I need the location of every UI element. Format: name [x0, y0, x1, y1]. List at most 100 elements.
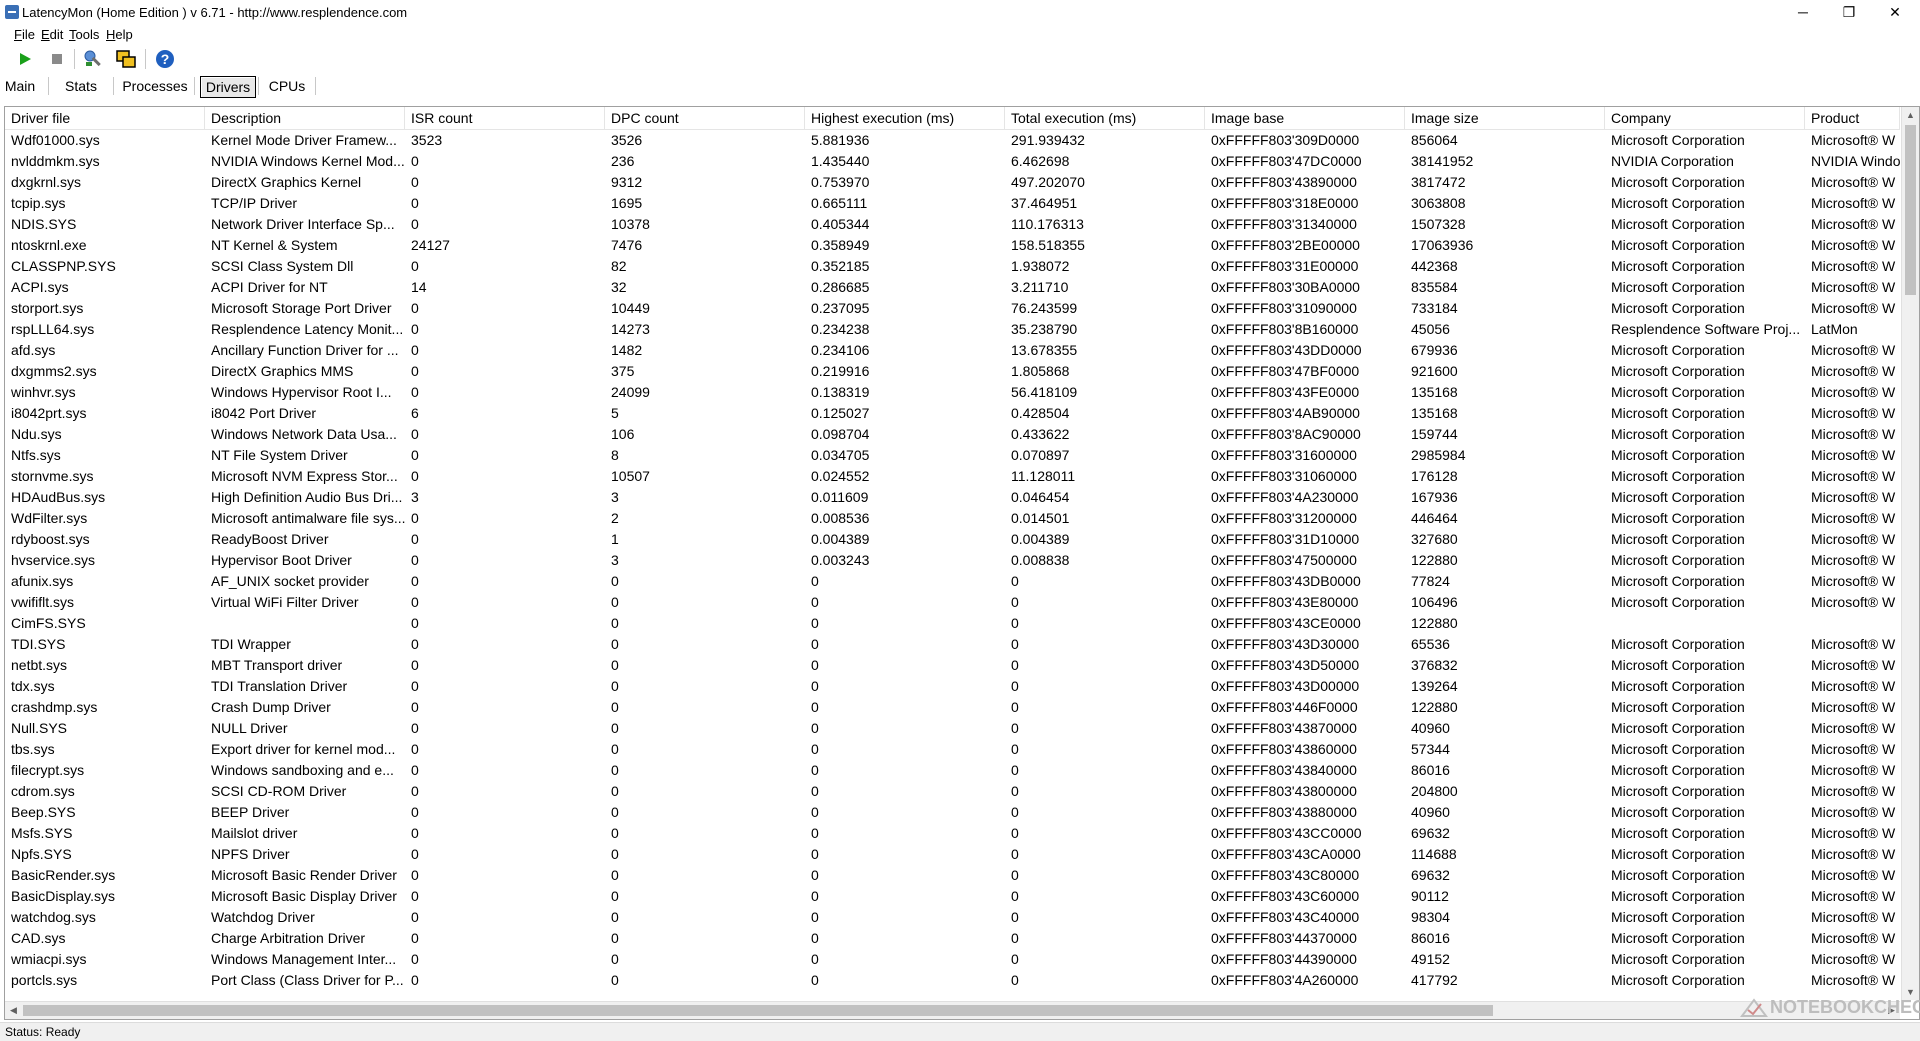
table-row[interactable]: rdyboost.sys ReadyBoost Driver 0 1 0.004389 0… — [5, 529, 1900, 550]
table-row[interactable]: CAD.sys Charge Arbitration Driver 0 0 0 0 0xFF… — [5, 928, 1900, 949]
drivers-table[interactable]: Driver file Description ISR count DPC count… — [4, 106, 1920, 1020]
menu-tools[interactable]: Tools — [69, 27, 99, 42]
column-header[interactable]: Product — [1805, 107, 1900, 129]
table-row[interactable]: Ndu.sys Windows Network Data Usa... 0 106 0.… — [5, 424, 1900, 445]
table-cell: 6.462698 — [1011, 153, 1070, 169]
table-row[interactable]: Npfs.SYS NPFS Driver 0 0 0 0 0xFFFFF803'43CA00… — [5, 844, 1900, 865]
horizontal-scroll-thumb[interactable] — [23, 1005, 1493, 1016]
table-row[interactable]: afunix.sys AF_UNIX socket provider 0 0 0 0 0xF… — [5, 571, 1900, 592]
table-row[interactable]: BasicRender.sys Microsoft Basic Render Dr… — [5, 865, 1900, 886]
table-cell: 0 — [611, 909, 619, 925]
table-cell: 11.128011 — [1011, 468, 1076, 484]
menu-help[interactable]: Help — [106, 27, 133, 42]
help-button[interactable]: ? — [154, 48, 176, 70]
column-header[interactable]: Image size — [1405, 107, 1605, 129]
table-row[interactable]: TDI.SYS TDI Wrapper 0 0 0 0 0xFFFFF803'43D3000… — [5, 634, 1900, 655]
stop-button[interactable] — [46, 48, 68, 70]
tab-main[interactable]: Main — [5, 76, 35, 96]
table-cell: filecrypt.sys — [11, 762, 85, 778]
table-row[interactable]: afd.sys Ancillary Function Driver for ...… — [5, 340, 1900, 361]
table-row[interactable]: hvservice.sys Hypervisor Boot Driver 0 3 0.0… — [5, 550, 1900, 571]
table-cell: 0 — [1011, 909, 1019, 925]
tab-cpus[interactable]: CPUs — [266, 76, 308, 96]
table-row[interactable]: BasicDisplay.sys Microsoft Basic Display … — [5, 886, 1900, 907]
table-cell: 0xFFFFF803'4A260000 — [1211, 972, 1359, 988]
table-cell: NULL Driver — [211, 720, 288, 736]
table-row[interactable]: cdrom.sys SCSI CD-ROM Driver 0 0 0 0 0xFFFFF80… — [5, 781, 1900, 802]
table-cell: Microsoft® W — [1811, 405, 1896, 421]
table-cell: 2 — [611, 510, 619, 526]
table-row[interactable]: NDIS.SYS Network Driver Interface Sp... 0 1… — [5, 214, 1900, 235]
table-cell: Network Driver Interface Sp... — [211, 216, 395, 232]
table-row[interactable]: portcls.sys Port Class (Class Driver for … — [5, 970, 1900, 991]
table-cell: 0.234238 — [811, 321, 870, 337]
table-row[interactable]: Msfs.SYS Mailslot driver 0 0 0 0 0xFFFFF803'43… — [5, 823, 1900, 844]
table-row[interactable]: storport.sys Microsoft Storage Port Drive… — [5, 298, 1900, 319]
table-row[interactable]: Beep.SYS BEEP Driver 0 0 0 0 0xFFFFF803'438800… — [5, 802, 1900, 823]
table-row[interactable]: vwififlt.sys Virtual WiFi Filter Driver 0 0… — [5, 592, 1900, 613]
table-row[interactable]: dxgkrnl.sys DirectX Graphics Kernel 0 9312 0… — [5, 172, 1900, 193]
column-header[interactable]: Image base — [1205, 107, 1405, 129]
table-row[interactable]: Wdf01000.sys Kernel Mode Driver Framew...… — [5, 130, 1900, 151]
column-header[interactable]: Company — [1605, 107, 1805, 129]
tools-button[interactable] — [82, 48, 104, 70]
table-cell: 0xFFFFF803'31090000 — [1211, 300, 1357, 316]
column-header[interactable]: Driver file — [5, 107, 205, 129]
tab-processes[interactable]: Processes — [120, 76, 190, 96]
table-row[interactable]: filecrypt.sys Windows sandboxing and e...… — [5, 760, 1900, 781]
scroll-left-icon[interactable]: ◀ — [5, 1005, 22, 1016]
table-cell: Microsoft Corporation — [1611, 783, 1745, 799]
table-cell: BEEP Driver — [211, 804, 290, 820]
table-cell: rspLLL64.sys — [11, 321, 95, 337]
table-row[interactable]: HDAudBus.sys High Definition Audio Bus Dr… — [5, 487, 1900, 508]
table-row[interactable]: Null.SYS NULL Driver 0 0 0 0 0xFFFFF803'438700… — [5, 718, 1900, 739]
column-header[interactable]: Description — [205, 107, 405, 129]
table-row[interactable]: i8042prt.sys i8042 Port Driver 6 5 0.125027 0… — [5, 403, 1900, 424]
table-row[interactable]: wmiacpi.sys Windows Management Inter... 0 0… — [5, 949, 1900, 970]
menu-edit[interactable]: Edit — [41, 27, 63, 42]
column-header[interactable]: DPC count — [605, 107, 805, 129]
vertical-scrollbar[interactable]: ▲ ▼ — [1901, 107, 1919, 1000]
status-text: Status: Ready — [5, 1025, 81, 1039]
windows-button[interactable] — [115, 48, 137, 70]
table-row[interactable]: CimFS.SYS 0 0 0 0 0xFFFFF803'43CE0000 122880 — [5, 613, 1900, 634]
column-header[interactable]: Total execution (ms) — [1005, 107, 1205, 129]
table-cell: 0 — [811, 699, 819, 715]
table-row[interactable]: crashdmp.sys Crash Dump Driver 0 0 0 0 0xFFFFF… — [5, 697, 1900, 718]
vertical-scroll-thumb[interactable] — [1905, 125, 1916, 295]
menu-file[interactable]: File — [14, 27, 35, 42]
table-cell: 69632 — [1411, 825, 1450, 841]
start-button[interactable] — [14, 48, 36, 70]
table-row[interactable]: ntoskrnl.exe NT Kernel & System 24127 7476 0… — [5, 235, 1900, 256]
table-row[interactable]: CLASSPNP.SYS SCSI Class System Dll 0 82 0.35… — [5, 256, 1900, 277]
tab-drivers[interactable]: Drivers — [200, 76, 256, 98]
table-row[interactable]: watchdog.sys Watchdog Driver 0 0 0 0 0xFFFFF80… — [5, 907, 1900, 928]
table-row[interactable]: ACPI.sys ACPI Driver for NT 14 32 0.286685 3.… — [5, 277, 1900, 298]
close-button[interactable]: ✕ — [1872, 0, 1918, 24]
table-row[interactable]: stornvme.sys Microsoft NVM Express Stor..… — [5, 466, 1900, 487]
maximize-button[interactable]: ❐ — [1826, 0, 1872, 24]
table-cell: CimFS.SYS — [11, 615, 86, 631]
table-row[interactable]: tdx.sys TDI Translation Driver 0 0 0 0 0xFFFFF… — [5, 676, 1900, 697]
table-row[interactable]: winhvr.sys Windows Hypervisor Root I... 0 2… — [5, 382, 1900, 403]
column-header[interactable]: Highest execution (ms) — [805, 107, 1005, 129]
table-row[interactable]: tbs.sys Export driver for kernel mod... 0 0… — [5, 739, 1900, 760]
table-cell: 38141952 — [1411, 153, 1474, 169]
table-row[interactable]: tcpip.sys TCP/IP Driver 0 1695 0.665111 37.46… — [5, 193, 1900, 214]
table-row[interactable]: dxgmms2.sys DirectX Graphics MMS 0 375 0.219… — [5, 361, 1900, 382]
table-row[interactable]: Ntfs.sys NT File System Driver 0 8 0.034705 0… — [5, 445, 1900, 466]
scroll-up-icon[interactable]: ▲ — [1902, 110, 1919, 120]
tab-stats[interactable]: Stats — [60, 76, 102, 96]
table-row[interactable]: WdFilter.sys Microsoft antimalware file s… — [5, 508, 1900, 529]
table-row[interactable]: netbt.sys MBT Transport driver 0 0 0 0 0xFFFFF… — [5, 655, 1900, 676]
table-row[interactable]: nvlddmkm.sys NVIDIA Windows Kernel Mod...… — [5, 151, 1900, 172]
minimize-button[interactable]: ─ — [1780, 0, 1826, 24]
table-cell: 0xFFFFF803'43C80000 — [1211, 867, 1360, 883]
horizontal-scrollbar[interactable]: ◀ ▶ — [5, 1001, 1900, 1019]
column-header[interactable]: ISR count — [405, 107, 605, 129]
table-cell: 375 — [611, 363, 635, 379]
table-row[interactable]: rspLLL64.sys Resplendence Latency Monit..… — [5, 319, 1900, 340]
table-cell: 0.433622 — [1011, 426, 1070, 442]
table-cell: 0 — [411, 636, 419, 652]
table-cell: 106 — [611, 426, 635, 442]
